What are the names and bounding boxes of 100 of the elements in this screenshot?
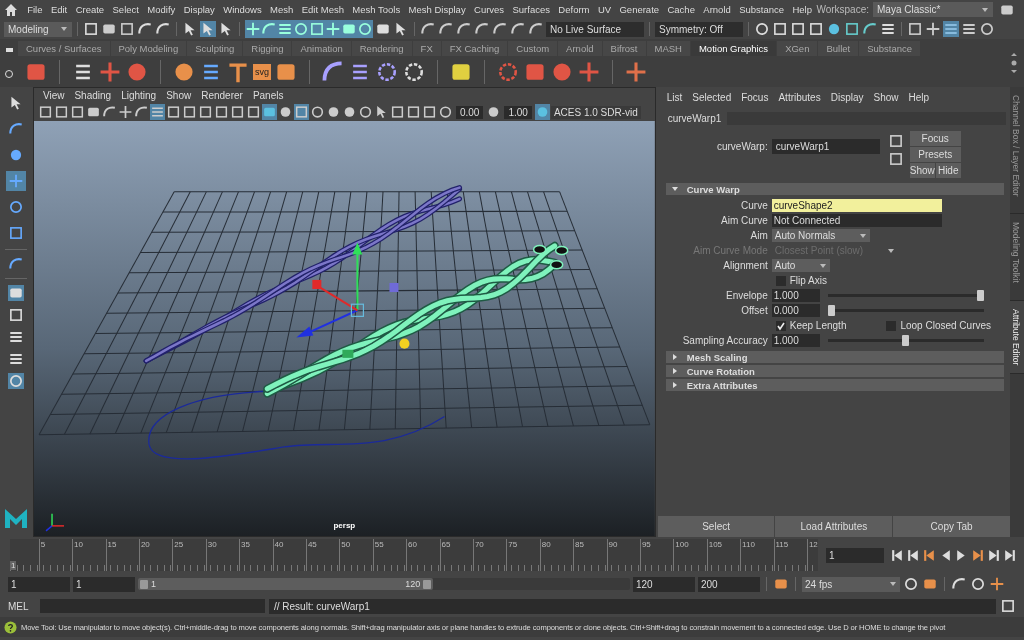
menu-item[interactable]: Modify	[143, 4, 180, 15]
editor-menu[interactable]: Help	[903, 91, 935, 103]
menu-item[interactable]: File	[23, 4, 47, 15]
shelf-tab[interactable]: MASH	[646, 41, 690, 56]
menu-item[interactable]: Edit Mesh	[297, 4, 349, 15]
editor-menu[interactable]: Selected	[687, 91, 737, 103]
language-label[interactable]: MEL	[8, 600, 36, 612]
menu-item[interactable]: Generate	[615, 4, 664, 15]
workspace-dropdown[interactable]: Maya Classic*	[873, 2, 993, 17]
viewport-menu[interactable]: Panels	[247, 90, 289, 101]
end-frame-field[interactable]: 200	[698, 576, 760, 592]
svg-icon[interactable]: svg	[253, 63, 271, 80]
shelf-tab[interactable]: Bifrost	[602, 41, 646, 56]
attribute-field[interactable]: Not Connected	[771, 214, 942, 227]
start-frame-field[interactable]: 1	[8, 576, 70, 592]
attribute-field[interactable]: 0.000	[771, 304, 820, 317]
fps-dropdown[interactable]: 24 fps	[802, 576, 900, 592]
section-header[interactable]: Extra Attributes	[665, 379, 1005, 391]
editor-menu[interactable]: List	[661, 91, 688, 103]
mode-dropdown[interactable]: Modeling	[4, 21, 72, 37]
shelf-tab[interactable]: Poly Modeling	[110, 41, 187, 56]
menu-item[interactable]: Curves	[469, 4, 509, 15]
focus-button[interactable]: Focus	[909, 131, 961, 146]
attribute-field[interactable]: 1.000	[771, 334, 820, 347]
live-surface-field[interactable]: No Live Surface	[546, 21, 644, 37]
viewport-menu[interactable]: Show	[161, 90, 197, 101]
menu-item[interactable]: Substance	[734, 4, 789, 15]
shelf-tab[interactable]: Motion Graphics	[690, 41, 777, 56]
section-header[interactable]: Curve Rotation	[665, 365, 1005, 377]
presets-button[interactable]: Presets	[909, 147, 961, 162]
shelf-tab[interactable]: Curves / Surfaces	[18, 41, 110, 56]
menu-item[interactable]: Surfaces	[508, 4, 555, 15]
shelf-tab[interactable]: Bullet	[818, 41, 859, 56]
color-space-dropdown[interactable]: ACES 1.0 SDR-vid	[550, 105, 641, 119]
shelf-tab[interactable]: FX Caching	[441, 41, 508, 56]
menu-item[interactable]: Create	[71, 4, 109, 15]
menu-item[interactable]: Mesh Tools	[348, 4, 405, 15]
menu-item[interactable]: Mesh Display	[404, 4, 470, 15]
shelf-tab[interactable]: Substance	[859, 41, 921, 56]
editor-menu[interactable]: Focus	[736, 91, 774, 103]
node-name-field[interactable]: curveWarp1	[771, 139, 880, 154]
frame-label: 100	[675, 540, 689, 549]
current-frame-marker[interactable]: 1	[10, 561, 17, 570]
menu-item[interactable]: Edit	[46, 4, 72, 15]
menu-item[interactable]: Mesh	[265, 4, 298, 15]
menu-item[interactable]: Help	[788, 4, 817, 15]
attribute-label: Curve	[740, 200, 768, 211]
shelf-tab[interactable]: FX	[412, 41, 441, 56]
time-slider[interactable]: 5 10 15 20 25 30 35 40 45 50 55 60 65 70 75 80 85 90 95 100 105 110 115 12 1	[10, 539, 818, 571]
menu-item[interactable]: UV	[593, 4, 616, 15]
hide-button[interactable]: Hide	[935, 163, 961, 178]
node-tab[interactable]: curveWarp1	[661, 112, 728, 125]
frame-label: 40	[274, 540, 284, 549]
attribute-field[interactable]: curveShape2	[771, 199, 942, 212]
viewport-menu[interactable]: Shading	[69, 90, 117, 101]
frame-label: 12	[808, 540, 818, 549]
current-frame-field[interactable]: 1	[826, 547, 884, 563]
frame-label: 115	[775, 540, 789, 549]
viewport-menu[interactable]: Renderer	[196, 90, 248, 101]
viewport-menu[interactable]: Lighting	[116, 90, 162, 101]
editor-menu[interactable]: Attributes	[773, 91, 826, 103]
menu-item[interactable]: Deform	[554, 4, 594, 15]
side-tab[interactable]: Attribute Editor	[1010, 301, 1024, 375]
menu-item[interactable]: Display	[179, 4, 219, 15]
editor-menu[interactable]: Display	[825, 91, 869, 103]
section-header[interactable]: Curve Warp	[665, 183, 1005, 195]
shelf-tab[interactable]: Rigging	[243, 41, 292, 56]
shelf-tab[interactable]: Sculpting	[187, 41, 243, 56]
menu-item[interactable]: Arnold	[699, 4, 735, 15]
playback-start-field[interactable]: 1	[73, 576, 135, 592]
symmetry-dropdown[interactable]: Symmetry: Off	[655, 21, 743, 37]
shelf-tab[interactable]: Custom	[508, 41, 558, 56]
frame-label: 110	[742, 540, 755, 549]
gamma-field[interactable]: 1.00	[504, 105, 532, 119]
frame-label: 20	[140, 540, 150, 549]
attribute-label: Alignment	[722, 260, 768, 271]
editor-button[interactable]: Load Attributes	[775, 516, 893, 537]
frame-label: 10	[74, 540, 83, 549]
editor-menu[interactable]: Show	[868, 91, 904, 103]
exposure-field[interactable]: 0.00	[455, 105, 484, 119]
frame-label: 25	[174, 540, 184, 549]
section-header[interactable]: Mesh Scaling	[665, 351, 1005, 363]
playback-end-field[interactable]: 120	[633, 576, 695, 592]
editor-button[interactable]: Copy Tab	[893, 516, 1010, 537]
show-button[interactable]: Show	[909, 163, 935, 178]
shelf-tab[interactable]: Animation	[292, 41, 351, 56]
shelf-tab[interactable]: XGen	[777, 41, 818, 56]
editor-button[interactable]: Select	[657, 516, 775, 537]
attribute-dropdown[interactable]: Auto Normals	[771, 229, 871, 242]
side-tab[interactable]: Channel Box / Layer Editor	[1010, 87, 1024, 214]
frame-label: 95	[641, 540, 651, 549]
viewport-menu[interactable]: View	[37, 90, 70, 101]
attribute-dropdown[interactable]: Auto	[771, 259, 831, 272]
shelf-tab[interactable]: Arnold	[558, 41, 602, 56]
shelf-tab[interactable]: Rendering	[351, 41, 412, 56]
attribute-field[interactable]: 1.000	[771, 289, 820, 302]
frame-label: 50	[341, 540, 351, 549]
menu-item[interactable]: Cache	[663, 4, 700, 15]
menu-item[interactable]: Select	[108, 4, 144, 15]
menu-item[interactable]: Windows	[219, 4, 266, 15]
